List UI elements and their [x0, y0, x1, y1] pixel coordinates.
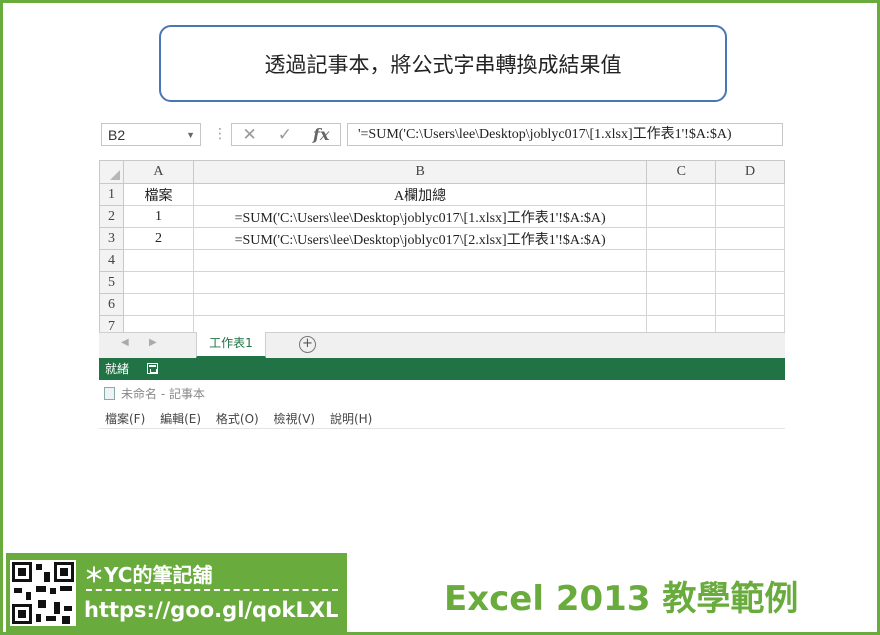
cell-b4[interactable] [192, 249, 648, 272]
brand-box: ＊YC的筆記舖 https://goo.gl/qokLXL [6, 553, 347, 632]
column-header-b[interactable]: B [192, 160, 648, 184]
table-row: 4 [99, 249, 785, 272]
cell-a6[interactable] [123, 293, 194, 316]
cell-c5[interactable] [646, 271, 717, 294]
name-box[interactable]: B2 ▼ [101, 123, 201, 146]
row-header[interactable]: 5 [99, 271, 125, 294]
menu-edit[interactable]: 編輯(E) [160, 412, 201, 426]
notepad-divider [99, 428, 785, 429]
menu-file[interactable]: 檔案(F) [105, 412, 145, 426]
macro-record-icon[interactable] [147, 363, 158, 374]
menu-help[interactable]: 說明(H) [330, 412, 372, 426]
scroll-right-icon[interactable]: ▶ [149, 337, 157, 348]
cell-c1[interactable] [646, 183, 717, 206]
formula-input[interactable]: '=SUM('C:\Users\lee\Desktop\joblyc017\[1… [347, 123, 783, 146]
brand-name: ＊YC的筆記舖 [84, 563, 213, 587]
cancel-icon[interactable]: ✕ [243, 125, 257, 145]
cell-d2[interactable] [715, 205, 785, 228]
spreadsheet-grid: A B C D 1 檔案 A欄加總 2 1 =SUM('C:\Users\lee… [99, 160, 785, 332]
cell-a7[interactable] [123, 315, 194, 332]
scroll-left-icon[interactable]: ◀ [121, 337, 129, 348]
name-box-value: B2 [108, 127, 126, 143]
sheet-tab[interactable]: 工作表1 [196, 332, 266, 358]
row-header[interactable]: 7 [99, 315, 125, 332]
notepad-menubar: 檔案(F) 編輯(E) 格式(O) 檢視(V) 說明(H) [105, 410, 383, 427]
add-sheet-icon[interactable]: + [299, 336, 316, 353]
cell-d4[interactable] [715, 249, 785, 272]
menu-format[interactable]: 格式(O) [216, 412, 259, 426]
cell-c2[interactable] [646, 205, 717, 228]
brand-url: https://goo.gl/qokLXL [84, 598, 339, 622]
table-row: 3 2 =SUM('C:\Users\lee\Desktop\joblyc017… [99, 227, 785, 250]
notepad-titlebar: 未命名 - 記事本 [104, 385, 205, 402]
cell-a1[interactable]: 檔案 [123, 183, 194, 206]
formula-buttons: ✕ ✓ fx [231, 123, 341, 146]
cell-d1[interactable] [715, 183, 785, 206]
sheet-tabs-bar: ◀ ▶ 工作表1 + [99, 332, 785, 359]
cell-d7[interactable] [715, 315, 785, 332]
row-header[interactable]: 6 [99, 293, 125, 316]
menu-view[interactable]: 檢視(V) [274, 412, 316, 426]
cell-a3[interactable]: 2 [123, 227, 194, 250]
table-row: 6 [99, 293, 785, 316]
cell-a2[interactable]: 1 [123, 205, 194, 228]
cell-b6[interactable] [192, 293, 648, 316]
formula-bar: B2 ▼ ⋮ ✕ ✓ fx '=SUM('C:\Users\lee\Deskto… [97, 120, 783, 150]
column-header-c[interactable]: C [646, 160, 717, 184]
column-header-d[interactable]: D [715, 160, 785, 184]
enter-check-icon[interactable]: ✓ [278, 125, 292, 145]
column-header-a[interactable]: A [123, 160, 194, 184]
slide-frame: 透過記事本，將公式字串轉換成結果值 B2 ▼ ⋮ ✕ ✓ fx '=SUM('C… [0, 0, 880, 635]
cell-a5[interactable] [123, 271, 194, 294]
chevron-down-icon[interactable]: ▼ [186, 124, 195, 147]
cell-d3[interactable] [715, 227, 785, 250]
banner-title: 透過記事本，將公式字串轉換成結果值 [159, 25, 727, 102]
status-bar: 就緒 [99, 358, 785, 380]
cell-d6[interactable] [715, 293, 785, 316]
cell-b2[interactable]: =SUM('C:\Users\lee\Desktop\joblyc017\[1.… [192, 205, 648, 228]
cell-d5[interactable] [715, 271, 785, 294]
cell-c6[interactable] [646, 293, 717, 316]
table-row: 7 [99, 315, 785, 332]
row-header[interactable]: 3 [99, 227, 125, 250]
table-row: 2 1 =SUM('C:\Users\lee\Desktop\joblyc017… [99, 205, 785, 228]
cell-c7[interactable] [646, 315, 717, 332]
select-all-corner[interactable] [99, 160, 125, 184]
cell-b5[interactable] [192, 271, 648, 294]
insert-function-icon[interactable]: fx [313, 125, 329, 144]
cell-b1[interactable]: A欄加總 [192, 183, 648, 206]
qr-code-icon [10, 560, 76, 626]
brand-divider [86, 589, 338, 591]
cell-b7[interactable] [192, 315, 648, 332]
cell-a4[interactable] [123, 249, 194, 272]
notepad-icon [104, 387, 115, 400]
cell-c3[interactable] [646, 227, 717, 250]
row-header[interactable]: 2 [99, 205, 125, 228]
cell-c4[interactable] [646, 249, 717, 272]
table-row: 1 檔案 A欄加總 [99, 183, 785, 206]
table-row: 5 [99, 271, 785, 294]
more-icon: ⋮ [213, 126, 227, 142]
status-ready: 就緒 [105, 362, 130, 376]
row-header[interactable]: 1 [99, 183, 125, 206]
notepad-title: 未命名 - 記事本 [121, 387, 205, 401]
row-header[interactable]: 4 [99, 249, 125, 272]
cell-b3[interactable]: =SUM('C:\Users\lee\Desktop\joblyc017\[2.… [192, 227, 648, 250]
course-title: Excel 2013 教學範例 [444, 579, 799, 619]
